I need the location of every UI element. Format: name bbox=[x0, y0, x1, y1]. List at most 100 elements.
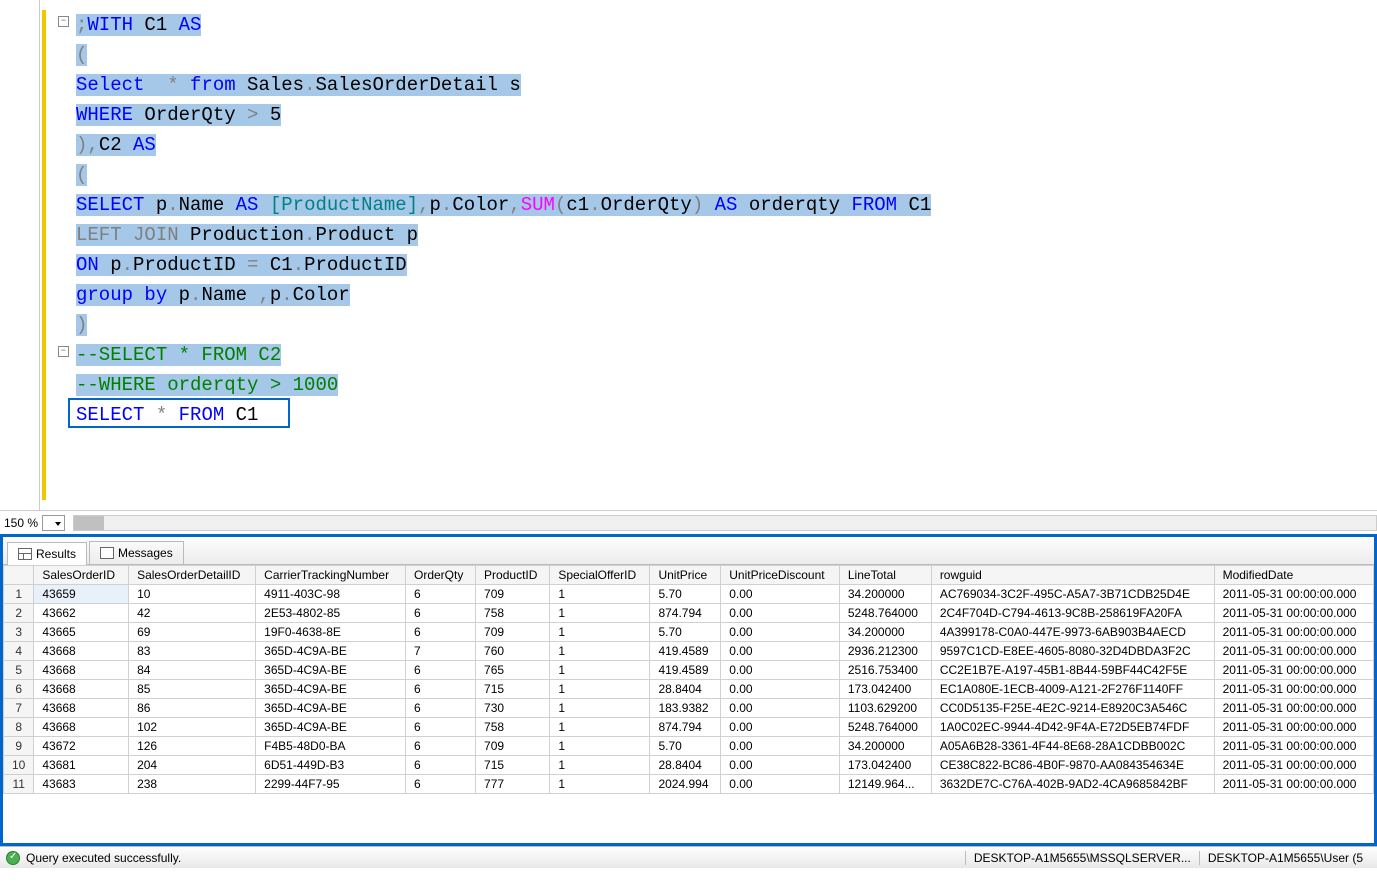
table-cell[interactable]: 6D51-449D-B3 bbox=[256, 756, 406, 775]
table-cell[interactable]: 43683 bbox=[34, 775, 129, 794]
code-line[interactable]: ON p.ProductID = C1.ProductID bbox=[76, 250, 1377, 280]
table-cell[interactable]: 758 bbox=[476, 718, 550, 737]
table-cell[interactable]: 84 bbox=[129, 661, 256, 680]
table-cell[interactable]: 6 bbox=[406, 585, 476, 604]
table-cell[interactable]: 42 bbox=[129, 604, 256, 623]
table-cell[interactable]: 183.9382 bbox=[650, 699, 721, 718]
table-cell[interactable]: 2011-05-31 00:00:00.000 bbox=[1214, 718, 1373, 737]
table-cell[interactable]: 2011-05-31 00:00:00.000 bbox=[1214, 756, 1373, 775]
table-cell[interactable]: 709 bbox=[476, 623, 550, 642]
table-cell[interactable]: CC2E1B7E-A197-45B1-8B44-59BF44C42F5E bbox=[931, 661, 1214, 680]
table-cell[interactable]: 3632DE7C-C76A-402B-9AD2-4CA9685842BF bbox=[931, 775, 1214, 794]
table-cell[interactable]: 7 bbox=[406, 642, 476, 661]
table-cell[interactable]: 2011-05-31 00:00:00.000 bbox=[1214, 661, 1373, 680]
table-cell[interactable]: 1 bbox=[550, 737, 650, 756]
table-cell[interactable]: 2011-05-31 00:00:00.000 bbox=[1214, 585, 1373, 604]
table-cell[interactable]: CE38C822-BC86-4B0F-9870-AA084354634E bbox=[931, 756, 1214, 775]
table-cell[interactable]: 6 bbox=[406, 756, 476, 775]
code-line[interactable]: --WHERE orderqty > 1000 bbox=[76, 370, 1377, 400]
table-cell[interactable]: 2011-05-31 00:00:00.000 bbox=[1214, 699, 1373, 718]
column-header[interactable]: LineTotal bbox=[839, 566, 931, 585]
table-cell[interactable]: 1103.629200 bbox=[839, 699, 931, 718]
table-row[interactable]: 11436832382299-44F7-95677712024.9940.001… bbox=[4, 775, 1374, 794]
table-cell[interactable]: 204 bbox=[129, 756, 256, 775]
column-header[interactable]: ModifiedDate bbox=[1214, 566, 1373, 585]
table-cell[interactable]: 6 bbox=[406, 699, 476, 718]
code-line[interactable]: ( bbox=[76, 40, 1377, 70]
table-cell[interactable]: 874.794 bbox=[650, 718, 721, 737]
table-cell[interactable]: 0.00 bbox=[721, 661, 840, 680]
table-cell[interactable]: 4A399178-C0A0-447E-9973-6AB903B4AECD bbox=[931, 623, 1214, 642]
table-row[interactable]: 843668102365D-4C9A-BE67581874.7940.00524… bbox=[4, 718, 1374, 737]
table-cell[interactable]: 43668 bbox=[34, 718, 129, 737]
table-cell[interactable]: 126 bbox=[129, 737, 256, 756]
table-cell[interactable]: 102 bbox=[129, 718, 256, 737]
table-cell[interactable]: 2936.212300 bbox=[839, 642, 931, 661]
table-cell[interactable]: 6 bbox=[406, 680, 476, 699]
table-cell[interactable]: 365D-4C9A-BE bbox=[256, 642, 406, 661]
table-cell[interactable]: 238 bbox=[129, 775, 256, 794]
table-cell[interactable]: 6 bbox=[406, 661, 476, 680]
table-cell[interactable]: 43659 bbox=[34, 585, 129, 604]
table-cell[interactable]: 43668 bbox=[34, 680, 129, 699]
code-line[interactable]: SELECT p.Name AS [ProductName],p.Color,S… bbox=[76, 190, 1377, 220]
table-cell[interactable]: 730 bbox=[476, 699, 550, 718]
table-cell[interactable]: 0.00 bbox=[721, 737, 840, 756]
table-cell[interactable]: 0.00 bbox=[721, 699, 840, 718]
table-row[interactable]: 243662422E53-4802-8567581874.7940.005248… bbox=[4, 604, 1374, 623]
code-line[interactable]: Select * from Sales.SalesOrderDetail s bbox=[76, 70, 1377, 100]
table-cell[interactable]: AC769034-3C2F-495C-A5A7-3B71CDB25D4E bbox=[931, 585, 1214, 604]
column-header[interactable]: ProductID bbox=[476, 566, 550, 585]
table-cell[interactable]: 5.70 bbox=[650, 585, 721, 604]
table-cell[interactable]: 6 bbox=[406, 718, 476, 737]
table-cell[interactable]: A05A6B28-3361-4F44-8E68-28A1CDBB002C bbox=[931, 737, 1214, 756]
table-cell[interactable]: 709 bbox=[476, 737, 550, 756]
table-cell[interactable]: EC1A080E-1ECB-4009-A121-2F276F1140FF bbox=[931, 680, 1214, 699]
table-cell[interactable]: 0.00 bbox=[721, 623, 840, 642]
table-cell[interactable]: 365D-4C9A-BE bbox=[256, 699, 406, 718]
table-cell[interactable]: 1 bbox=[550, 699, 650, 718]
code-line[interactable]: ;WITH C1 AS bbox=[76, 10, 1377, 40]
code-line[interactable]: --SELECT * FROM C2 bbox=[76, 340, 1377, 370]
table-cell[interactable]: 0.00 bbox=[721, 756, 840, 775]
table-cell[interactable]: 12149.964... bbox=[839, 775, 931, 794]
code-line[interactable]: WHERE OrderQty > 5 bbox=[76, 100, 1377, 130]
code-line[interactable]: LEFT JOIN Production.Product p bbox=[76, 220, 1377, 250]
table-cell[interactable]: 2299-44F7-95 bbox=[256, 775, 406, 794]
table-row[interactable]: 64366885365D-4C9A-BE6715128.84040.00173.… bbox=[4, 680, 1374, 699]
table-cell[interactable]: 365D-4C9A-BE bbox=[256, 718, 406, 737]
table-cell[interactable]: 2011-05-31 00:00:00.000 bbox=[1214, 680, 1373, 699]
scroll-thumb[interactable] bbox=[74, 516, 104, 530]
table-cell[interactable]: 777 bbox=[476, 775, 550, 794]
table-cell[interactable]: 2024.994 bbox=[650, 775, 721, 794]
table-cell[interactable]: 43665 bbox=[34, 623, 129, 642]
table-row[interactable]: 74366886365D-4C9A-BE67301183.93820.00110… bbox=[4, 699, 1374, 718]
table-cell[interactable]: 34.200000 bbox=[839, 623, 931, 642]
table-cell[interactable]: 2516.753400 bbox=[839, 661, 931, 680]
code-line[interactable]: ( bbox=[76, 160, 1377, 190]
table-cell[interactable]: 2011-05-31 00:00:00.000 bbox=[1214, 737, 1373, 756]
table-cell[interactable]: 85 bbox=[129, 680, 256, 699]
tab-messages[interactable]: Messages bbox=[89, 541, 184, 564]
table-row[interactable]: 3436656919F0-4638-8E670915.700.0034.2000… bbox=[4, 623, 1374, 642]
table-row[interactable]: 10436812046D51-449D-B36715128.84040.0017… bbox=[4, 756, 1374, 775]
table-row[interactable]: 143659104911-403C-98670915.700.0034.2000… bbox=[4, 585, 1374, 604]
table-cell[interactable]: 34.200000 bbox=[839, 585, 931, 604]
table-cell[interactable]: 5248.764000 bbox=[839, 604, 931, 623]
table-row[interactable]: 943672126F4B5-48D0-BA670915.700.0034.200… bbox=[4, 737, 1374, 756]
table-cell[interactable]: 83 bbox=[129, 642, 256, 661]
tab-results[interactable]: Results bbox=[7, 542, 87, 565]
table-cell[interactable]: 43681 bbox=[34, 756, 129, 775]
table-cell[interactable]: 69 bbox=[129, 623, 256, 642]
table-cell[interactable]: 4911-403C-98 bbox=[256, 585, 406, 604]
table-cell[interactable]: 1 bbox=[550, 604, 650, 623]
zoom-dropdown[interactable] bbox=[42, 515, 65, 531]
table-cell[interactable]: 28.8404 bbox=[650, 680, 721, 699]
column-header[interactable]: SpecialOfferID bbox=[550, 566, 650, 585]
table-cell[interactable]: 709 bbox=[476, 585, 550, 604]
table-cell[interactable]: 5.70 bbox=[650, 737, 721, 756]
column-header[interactable]: rowguid bbox=[931, 566, 1214, 585]
table-cell[interactable]: 43668 bbox=[34, 699, 129, 718]
fold-toggle-2[interactable]: − bbox=[58, 346, 69, 357]
column-header[interactable]: SalesOrderDetailID bbox=[129, 566, 256, 585]
